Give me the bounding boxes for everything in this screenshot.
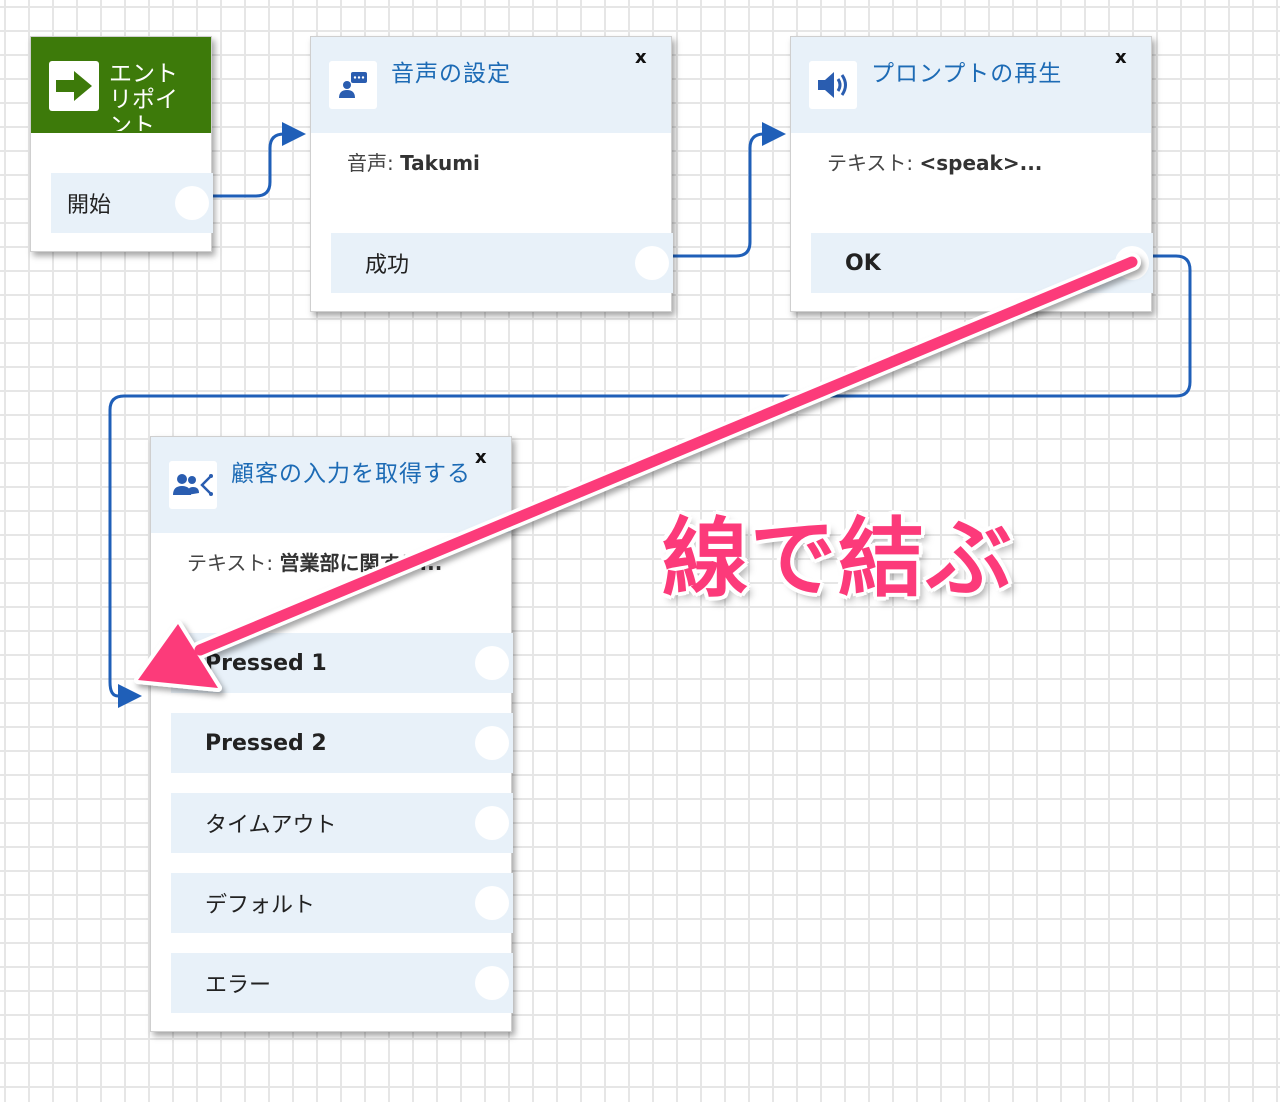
branch-default-port[interactable] <box>475 886 509 920</box>
play-prompt-title: プロンプトの再生 <box>871 61 1063 87</box>
branch-default[interactable]: デフォルト <box>171 873 513 933</box>
get-customer-input-header: 顧客の入力を取得する x <box>151 437 511 533</box>
play-prompt-header: プロンプトの再生 x <box>791 37 1151 133</box>
branch-start-port[interactable] <box>175 186 209 220</box>
set-voice-description: 音声: Takumi <box>347 147 480 176</box>
branch-pressed-1[interactable]: Pressed 1 <box>171 633 513 693</box>
branch-error-port[interactable] <box>475 966 509 1000</box>
connector-voice-to-prompt <box>668 132 770 258</box>
branch-pressed-2-label: Pressed 2 <box>205 730 327 756</box>
entry-point-title: エントリポイント <box>109 61 178 131</box>
branch-pressed-2-port[interactable] <box>475 726 509 760</box>
branch-start[interactable]: 開始 <box>51 173 213 233</box>
branch-ok-port[interactable] <box>1115 246 1149 280</box>
branch-timeout-port[interactable] <box>475 806 509 840</box>
set-voice-desc-label: 音声: <box>347 151 394 175</box>
branch-pressed-2[interactable]: Pressed 2 <box>171 713 513 773</box>
branch-pressed-1-port[interactable] <box>475 646 509 680</box>
user-branch-icon <box>169 461 217 509</box>
set-voice-desc-value: Takumi <box>400 151 480 175</box>
branch-success[interactable]: 成功 <box>331 233 673 293</box>
get-customer-input-desc-value: 営業部に関する... <box>279 551 443 575</box>
branch-start-label: 開始 <box>67 193 112 218</box>
branch-timeout[interactable]: タイムアウト <box>171 793 513 853</box>
speaker-icon <box>809 61 857 109</box>
set-voice-block[interactable]: 音声の設定 x 音声: Takumi 成功 <box>310 36 673 312</box>
get-customer-input-close-button[interactable]: x <box>475 447 487 468</box>
arrow-right-icon <box>49 61 99 111</box>
branch-default-label: デフォルト <box>205 893 316 918</box>
arrowhead-voice <box>282 122 306 146</box>
entry-point-block[interactable]: エントリポイント 開始 <box>30 36 213 252</box>
annotation-text: 線で結ぶ <box>662 509 1014 609</box>
entry-point-header: エントリポイント <box>31 37 211 133</box>
set-voice-title: 音声の設定 <box>391 61 511 87</box>
get-customer-input-block[interactable]: 顧客の入力を取得する x テキスト: 営業部に関する... Pressed 1 … <box>150 436 513 1032</box>
voice-chat-icon <box>329 61 377 109</box>
play-prompt-desc-value: <speak>... <box>919 151 1043 175</box>
play-prompt-desc-label: テキスト: <box>827 151 914 175</box>
branch-pressed-1-label: Pressed 1 <box>205 650 327 676</box>
play-prompt-description: テキスト: <speak>... <box>827 147 1042 176</box>
branch-ok[interactable]: OK <box>811 233 1153 293</box>
branch-error-label: エラー <box>205 973 272 998</box>
branch-success-port[interactable] <box>635 246 669 280</box>
play-prompt-block[interactable]: プロンプトの再生 x テキスト: <speak>... OK <box>790 36 1153 312</box>
set-voice-close-button[interactable]: x <box>635 47 647 68</box>
branch-timeout-label: タイムアウト <box>205 813 337 838</box>
branch-error[interactable]: エラー <box>171 953 513 1013</box>
connector-entry-to-voice <box>207 132 290 198</box>
play-prompt-close-button[interactable]: x <box>1115 47 1127 68</box>
branch-success-label: 成功 <box>365 253 410 278</box>
get-customer-input-description: テキスト: 営業部に関する... <box>187 547 442 576</box>
arrowhead-prompt <box>762 122 786 146</box>
get-customer-input-title: 顧客の入力を取得する <box>231 461 471 487</box>
arrowhead-input <box>118 684 142 708</box>
set-voice-header: 音声の設定 x <box>311 37 671 133</box>
branch-ok-label: OK <box>845 250 881 276</box>
get-customer-input-desc-label: テキスト: <box>187 551 274 575</box>
